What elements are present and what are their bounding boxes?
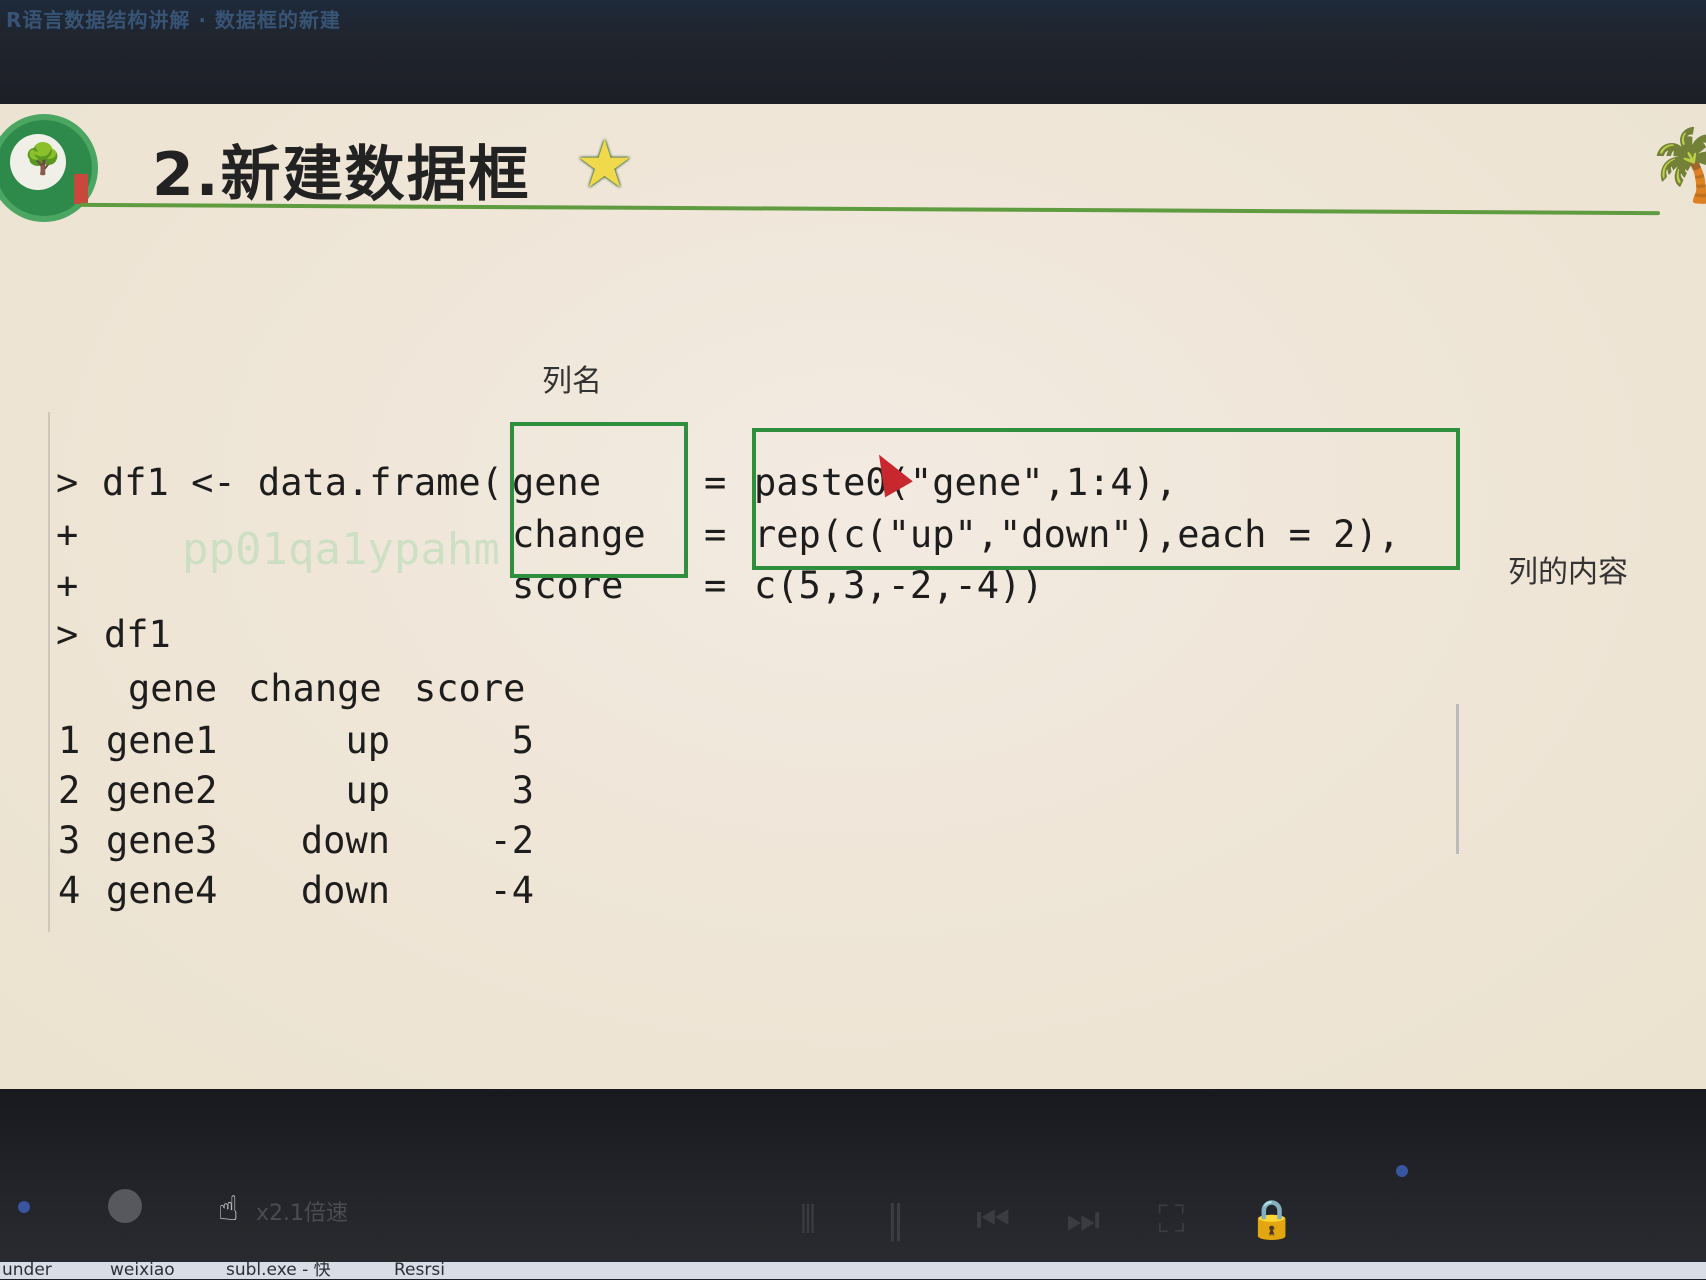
column-content-label: 列的内容: [1508, 555, 1628, 590]
palm-tree-icon: 🌴: [1646, 124, 1706, 206]
watermark-text: pp01qa1ypahm: [182, 524, 500, 575]
hand-cursor-icon: ☝: [218, 1189, 239, 1229]
play-pause-button[interactable]: [108, 1189, 142, 1223]
df-row-index: 4: [58, 869, 81, 912]
df-cell-gene: gene2: [106, 769, 218, 812]
df-row-index: 1: [58, 719, 81, 762]
taskbar-item[interactable]: under: [2, 1262, 52, 1279]
prompt-symbol: +: [56, 564, 79, 607]
df-cell-score: 3: [511, 769, 534, 812]
status-dot: [18, 1201, 30, 1213]
prompt-symbol: >: [56, 461, 79, 504]
presentation-slide: 🌳 2.新建数据框 ★ 🌴 列名 列的内容 pp01qa1ypahm > df1…: [0, 104, 1706, 1089]
forward-icon[interactable]: ⏭: [1066, 1197, 1100, 1242]
prompt-symbol: >: [56, 613, 79, 656]
df-cell-score: -4: [489, 869, 534, 912]
df-cell-gene: gene1: [106, 719, 218, 762]
df-cell-gene: gene3: [106, 819, 218, 862]
df-cell-change: down: [300, 819, 390, 862]
progress-handle[interactable]: [1396, 1165, 1408, 1177]
df-cell-gene: gene4: [106, 869, 218, 912]
taskbar-item[interactable]: weixiao: [110, 1262, 175, 1279]
console-scrollbar[interactable]: [1456, 704, 1459, 854]
df-cell-score: 5: [511, 719, 534, 762]
column-name-label: 列名: [542, 364, 602, 399]
lock-icon[interactable]: 🔒: [1248, 1197, 1295, 1242]
df-cell-change: up: [345, 769, 390, 812]
slide-title: 2.新建数据框: [152, 140, 531, 210]
os-taskbar: under weixiao subl.exe - 快 Resrsi: [0, 1262, 1706, 1279]
playback-speed-label[interactable]: x2.1倍速: [256, 1195, 348, 1227]
df-row-index: 3: [58, 819, 81, 862]
code-command: df1: [104, 613, 171, 656]
column-values-highlight-box: [752, 428, 1460, 570]
prompt-symbol: +: [56, 513, 79, 556]
code-equals: =: [704, 564, 727, 607]
video-player-controls: ☝ x2.1倍速 ⫴ ‖ ⏮ ⏭ ⛶ 🔒: [0, 1089, 1706, 1279]
star-icon: ★: [575, 126, 635, 203]
window-title: R语言数据结构讲解 · 数据框的新建: [6, 8, 341, 32]
taskbar-item[interactable]: subl.exe - 快: [226, 1262, 331, 1279]
column-names-highlight-box: [510, 422, 688, 578]
df-cell-change: down: [300, 869, 390, 912]
code-equals: =: [704, 513, 727, 556]
df-cell-change: up: [345, 719, 390, 762]
fullscreen-icon[interactable]: ⛶: [1158, 1197, 1185, 1242]
list-icon[interactable]: ⫴: [800, 1197, 816, 1242]
code-lhs: df1 <- data.frame(: [102, 461, 503, 504]
rewind-icon[interactable]: ⏮: [976, 1197, 1010, 1242]
code-col-value: c(5,3,-2,-4)): [754, 564, 1044, 607]
code-equals: =: [704, 461, 727, 504]
tree-icon: 🌳: [24, 142, 62, 177]
logo-flag: [74, 174, 88, 204]
taskbar-item[interactable]: Resrsi: [394, 1262, 445, 1279]
df-header-score: score: [414, 667, 526, 710]
df-header-change: change: [248, 667, 382, 710]
df-header-gene: gene: [128, 667, 218, 710]
df-row-index: 2: [58, 769, 81, 812]
pause-icon[interactable]: ‖: [886, 1197, 905, 1241]
video-window-titlebar: R语言数据结构讲解 · 数据框的新建: [0, 0, 1706, 104]
df-cell-score: -2: [489, 819, 534, 862]
